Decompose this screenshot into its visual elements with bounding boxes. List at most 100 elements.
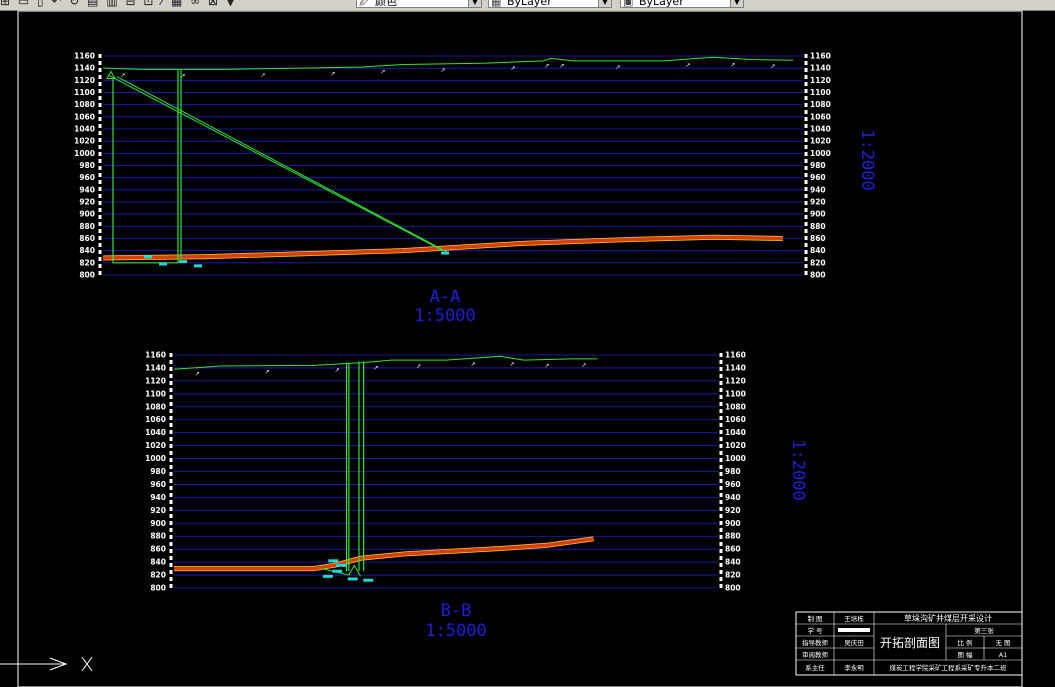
elevation-label-left: 800 [150,584,166,593]
elevation-label-right: 900 [725,519,741,528]
elevation-label-right: 880 [810,222,826,231]
elevation-label-right: 1080 [725,402,746,411]
section-a-profile: 1160 1160 1140 1140 1120 1120 1100 1100 1080 1080… [74,52,831,280]
survey-mark-icon: ↗ [440,67,445,74]
elevation-label-right: 1140 [810,64,831,73]
inclined-drift-upper [108,75,444,252]
elevation-label-left: 1060 [74,112,95,121]
elevation-label-right: 940 [810,185,826,194]
survey-mark-icon: ↗ [730,61,735,68]
elevation-label-left: 980 [79,161,95,170]
survey-mark-icon: ↗ [471,361,476,368]
elevation-label-right: 1140 [725,363,746,372]
ground-surface-line [173,355,598,370]
size-value: A1 [999,651,1008,659]
survey-mark-icon: ↗ [615,64,620,71]
title-block-row-label: 系主任 [805,663,825,672]
elevation-label-left: 960 [150,480,166,489]
survey-mark-icon: ↗ [335,367,340,374]
survey-mark-icon: ↗ [260,72,265,79]
station-marker [194,264,202,268]
ucs-icon [0,656,93,672]
elevation-label-right: 800 [810,271,826,280]
survey-mark-icon: ↗ [544,63,549,70]
survey-mark-icon: ↗ [545,363,550,370]
elevation-label-left: 840 [79,246,95,255]
elevation-label-right: 920 [725,506,741,515]
project-title: 草垛沟矿井煤层开采设计 [904,613,992,623]
elevation-label-right: 820 [725,571,741,580]
elevation-label-right: 800 [725,584,741,593]
station-marker [336,563,347,567]
elevation-label-right: 1100 [810,88,831,97]
survey-mark-icon: ↗ [685,62,690,69]
title-block-row-label: 指导教师 [802,638,829,647]
survey-mark-icon: ↗ [120,72,125,79]
elevation-label-left: 1060 [145,415,166,424]
elevation-label-left: 900 [79,210,95,219]
elevation-label-left: 1000 [145,454,166,463]
station-marker [363,578,374,582]
scale-value: 无 图 [995,639,1010,647]
elevation-label-left: 800 [79,271,95,280]
elevation-label-right: 1020 [810,137,831,146]
elevation-label-left: 1020 [74,137,95,146]
elevation-label-right: 940 [725,493,741,502]
survey-mark-icon: ↗ [581,362,586,369]
elevation-label-left: 1100 [145,389,166,398]
elevation-label-right: 1120 [810,76,831,85]
title-block-row-label: 学 号 [807,626,823,635]
shaft-collar-icon [106,70,116,79]
survey-mark-icon: ↗ [330,71,335,78]
elevation-label-left: 820 [79,258,95,267]
section-b-name: B-B [441,601,472,621]
elevation-label-left: 1140 [74,64,95,73]
elevation-label-left: 1160 [74,52,95,61]
elevation-label-right: 960 [810,173,826,182]
elevation-label-left: 820 [150,571,166,580]
elevation-label-right: 980 [810,161,826,170]
title-block-row-value: 李永明 [844,663,864,672]
elevation-label-right: 840 [810,246,826,255]
elevation-label-left: 880 [79,222,95,231]
elevation-label-right: 860 [725,545,741,554]
survey-mark-icon: ↗ [416,363,421,370]
cad-drawing-canvas[interactable]: 1160 1160 1140 1140 1120 1120 1100 1100 1080 1080… [0,0,1055,687]
elevation-label-right: 960 [725,480,741,489]
station-marker [159,262,167,266]
survey-mark-icon: ↗ [770,63,775,70]
elevation-label-right: 1060 [810,112,831,121]
elevation-label-left: 1120 [145,376,166,385]
survey-mark-icon: ↗ [510,65,515,72]
elevation-label-right: 1100 [725,389,746,398]
elevation-label-left: 1160 [145,351,166,360]
elevation-label-right: 880 [725,532,741,541]
section-a-side-scale: 1:2000 [857,129,877,190]
elevation-label-left: 1140 [145,363,166,372]
elevation-label-right: 1040 [810,125,831,134]
drawing-frame [17,10,1023,687]
drawing-title: 开拓剖面图 [880,636,940,650]
section-a-name: A-A [430,287,461,307]
elevation-label-right: 900 [810,210,826,219]
station-marker [144,255,152,259]
station-marker [328,559,339,563]
elevation-label-left: 1080 [74,100,95,109]
elevation-label-left: 1040 [74,125,95,134]
elevation-label-right: 840 [725,558,741,567]
size-label: 图 幅 [957,650,973,659]
survey-mark-icon: ↗ [559,63,564,70]
elevation-label-right: 860 [810,234,826,243]
sheet-number: 第三张 [974,626,994,635]
elevation-label-right: 1060 [725,415,746,424]
title-block-row-label: 制 图 [807,614,822,623]
station-marker [347,577,358,581]
elevation-label-left: 920 [79,198,95,207]
section-b-scale: 1:5000 [425,621,486,641]
elevation-label-left: 980 [150,467,166,476]
scale-label: 比 例 [957,638,972,647]
elevation-label-left: 960 [79,173,95,182]
survey-mark-icon: ↗ [510,361,515,368]
station-marker [332,569,343,573]
elevation-label-left: 940 [79,185,95,194]
